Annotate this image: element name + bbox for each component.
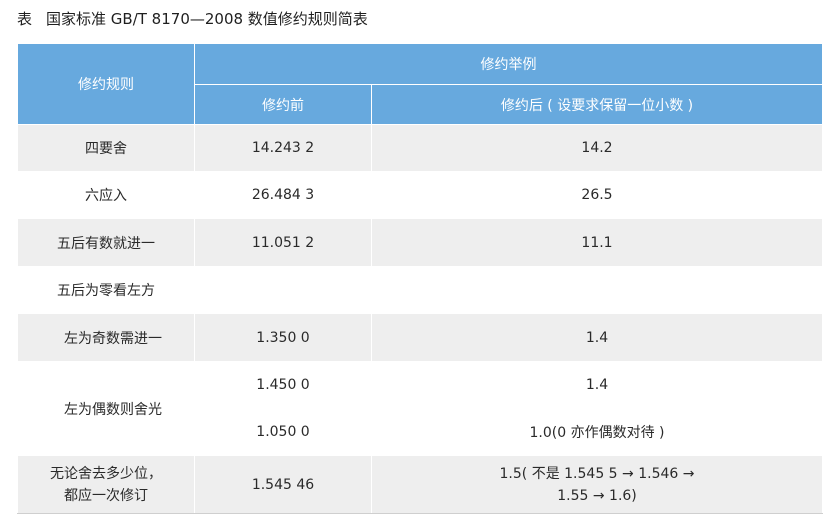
caption-label: 表 bbox=[17, 10, 33, 28]
table-caption: 表国家标准 GB/T 8170—2008 数值修约规则简表 bbox=[17, 6, 368, 32]
cell-after-line: 1.55 → 1.6) bbox=[557, 487, 637, 504]
cell-after: 14.2 bbox=[371, 124, 823, 172]
cell-before: 14.243 2 bbox=[194, 124, 372, 172]
table-row: 五后有数就进一 11.051 2 11.1 bbox=[17, 218, 823, 267]
cell-after: 1.0(0 亦作偶数对待 ) bbox=[371, 408, 823, 456]
cell-rule-line: 都应一次修订 bbox=[64, 487, 148, 504]
table-row: 五后为零看左方 bbox=[17, 266, 823, 314]
cell-rule: 左为偶数则舍光 bbox=[17, 361, 195, 456]
cell-rule: 四要舍 bbox=[17, 124, 195, 172]
cell-before: 1.050 0 bbox=[194, 408, 372, 456]
cell-after: 1.4 bbox=[371, 361, 823, 409]
table-row: 四要舍 14.243 2 14.2 bbox=[17, 124, 823, 172]
cell-after: 11.1 bbox=[371, 218, 823, 267]
cell-before: 1.450 0 bbox=[194, 361, 372, 409]
cell-rule: 六应入 bbox=[17, 171, 195, 219]
table-row: 左为偶数则舍光 1.450 0 1.4 bbox=[17, 361, 823, 456]
header-before: 修约前 bbox=[194, 84, 372, 125]
cell-after: 1.5( 不是 1.545 5 → 1.546 → 1.55 → 1.6) bbox=[371, 455, 823, 514]
table-row: 无论舍去多少位， 都应一次修订 1.545 46 1.5( 不是 1.545 5… bbox=[17, 455, 823, 514]
rounding-rules-table: 修约规则 修约举例 修约前 修约后 ( 设要求保留一位小数 ) 四要舍 14.2… bbox=[17, 43, 823, 514]
cell-before: 1.350 0 bbox=[194, 313, 372, 362]
cell-after-line: 1.5( 不是 1.545 5 → 1.546 → bbox=[499, 465, 695, 482]
cell-after: 26.5 bbox=[371, 171, 823, 219]
cell-rule-line: 无论舍去多少位， bbox=[50, 465, 162, 482]
cell-rule: 左为奇数需进一 bbox=[17, 313, 195, 362]
cell-before: 1.545 46 bbox=[194, 455, 372, 514]
cell-after-empty bbox=[371, 266, 823, 314]
cell-before: 11.051 2 bbox=[194, 218, 372, 267]
cell-before: 26.484 3 bbox=[194, 171, 372, 219]
header-rule: 修约规则 bbox=[17, 43, 195, 125]
table-row: 左为奇数需进一 1.350 0 1.4 bbox=[17, 313, 823, 362]
header-after: 修约后 ( 设要求保留一位小数 ) bbox=[371, 84, 823, 125]
cell-rule: 五后有数就进一 bbox=[17, 218, 195, 267]
caption-title: 国家标准 GB/T 8170—2008 数值修约规则简表 bbox=[46, 10, 368, 28]
cell-rule: 无论舍去多少位， 都应一次修订 bbox=[17, 455, 195, 514]
header-example: 修约举例 bbox=[194, 43, 823, 85]
cell-rule: 五后为零看左方 bbox=[17, 266, 195, 314]
table-row: 六应入 26.484 3 26.5 bbox=[17, 171, 823, 219]
cell-before-empty bbox=[194, 266, 372, 314]
cell-after: 1.4 bbox=[371, 313, 823, 362]
